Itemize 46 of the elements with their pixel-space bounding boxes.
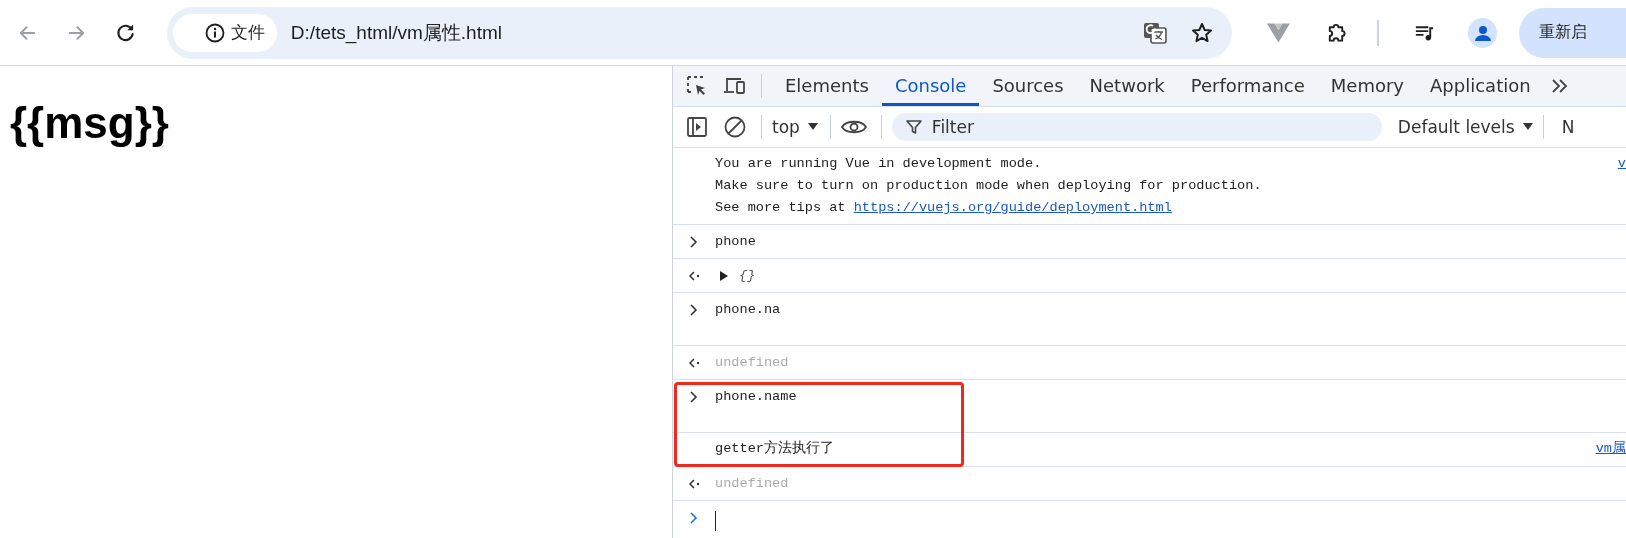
sidebar-toggle-icon[interactable] bbox=[685, 115, 709, 139]
star-icon[interactable] bbox=[1189, 20, 1214, 45]
console-input-text: phone bbox=[715, 233, 756, 250]
log-levels-dropdown[interactable]: Default levels bbox=[1397, 117, 1533, 137]
info-icon bbox=[204, 22, 225, 43]
profile-avatar[interactable] bbox=[1468, 17, 1497, 48]
console-input-text: phone.na bbox=[715, 301, 781, 318]
url-text: D:/tets_html/vm属性.html bbox=[290, 20, 502, 46]
site-info-chip[interactable]: 文件 bbox=[172, 13, 277, 52]
address-bar[interactable]: 文件 D:/tets_html/vm属性.html bbox=[166, 6, 1232, 59]
result-arrow-icon bbox=[688, 270, 700, 282]
issues-button[interactable]: N bbox=[1561, 117, 1575, 137]
result-arrow-icon bbox=[688, 478, 700, 490]
result-arrow-icon bbox=[688, 357, 700, 369]
console-log-text: See more tips at https://vuejs.org/guide/deployment.html bbox=[715, 199, 1173, 217]
devtools-tab[interactable]: Performance bbox=[1177, 66, 1318, 106]
chevron-icon bbox=[689, 236, 699, 248]
page-heading: {{msg}} bbox=[10, 98, 169, 148]
context-dropdown[interactable]: top bbox=[772, 117, 818, 137]
chevron-icon bbox=[689, 391, 699, 403]
expand-triangle-icon[interactable] bbox=[719, 270, 729, 282]
filter-icon bbox=[905, 119, 922, 135]
console-input-text: phone.name bbox=[715, 388, 797, 405]
console-log-text: Make sure to turn on production mode when deploying for production. bbox=[715, 177, 1263, 195]
prompt-chevron-icon bbox=[689, 512, 699, 524]
console-result-text: undefined bbox=[715, 475, 789, 492]
caret-icon bbox=[807, 123, 818, 131]
console-result-text: {} bbox=[739, 267, 756, 284]
relaunch-button[interactable]: 重新启 bbox=[1519, 7, 1626, 58]
console-log-text: You are running Vue in development mode. bbox=[715, 155, 1043, 173]
caret-icon bbox=[1522, 123, 1533, 131]
devtools-tab[interactable]: Console bbox=[881, 66, 980, 106]
devtools-tab[interactable]: Application bbox=[1417, 66, 1544, 106]
v-logo-icon[interactable] bbox=[1265, 21, 1291, 44]
filter-field[interactable]: Filter bbox=[891, 113, 1382, 141]
console-result-text: undefined bbox=[715, 354, 789, 371]
console-link[interactable]: https://vuejs.org/guide/deployment.html bbox=[853, 200, 1172, 215]
devtools-tab[interactable]: Memory bbox=[1317, 66, 1418, 106]
clear-icon[interactable] bbox=[723, 115, 747, 139]
devtools-tab[interactable]: Network bbox=[1076, 66, 1178, 106]
console-log-text: getter方法执行了 bbox=[715, 439, 835, 458]
source-link[interactable]: vm属 bbox=[1595, 438, 1626, 460]
source-link[interactable]: v bbox=[1617, 153, 1626, 175]
devtools-tab[interactable]: Elements bbox=[772, 66, 882, 106]
devtools-tab[interactable]: Sources bbox=[979, 66, 1077, 106]
chevron-icon bbox=[689, 304, 699, 316]
